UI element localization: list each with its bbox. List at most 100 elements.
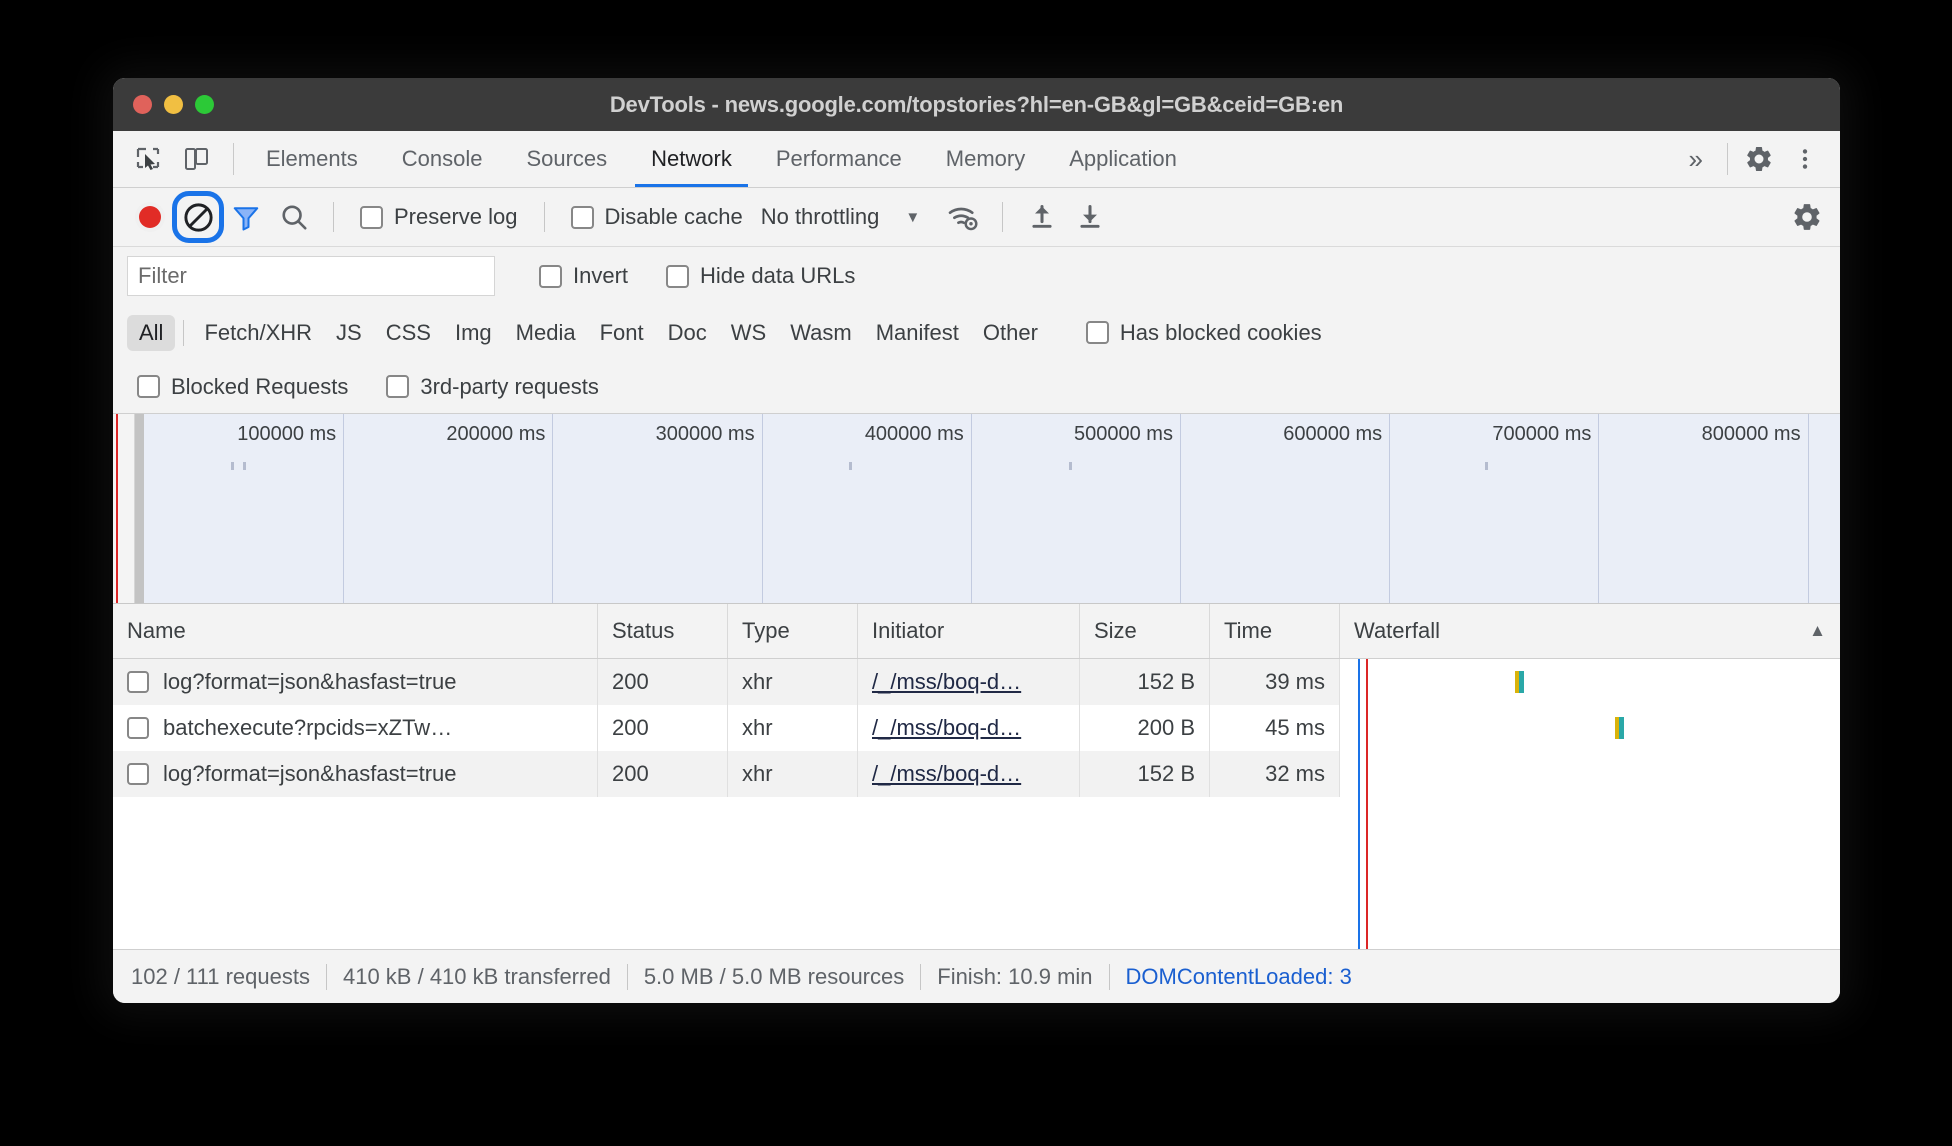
initiator-link[interactable]: /_/mss/boq-d… bbox=[872, 761, 1021, 787]
toolbar-divider-2 bbox=[543, 202, 545, 232]
filter-funnel-icon[interactable] bbox=[223, 194, 269, 240]
column-header-type[interactable]: Type bbox=[728, 604, 858, 658]
row-checkbox[interactable] bbox=[127, 671, 149, 693]
filter-input[interactable] bbox=[127, 256, 495, 296]
preserve-log-label: Preserve log bbox=[394, 204, 518, 229]
network-settings-gear-icon[interactable] bbox=[1784, 194, 1830, 240]
invert-checkbox[interactable]: Invert bbox=[539, 263, 628, 289]
network-overview-timeline[interactable]: 100000 ms 200000 ms 300000 ms 400000 ms 5000… bbox=[113, 414, 1840, 604]
import-har-icon[interactable] bbox=[1019, 194, 1065, 240]
type-filter-media[interactable]: Media bbox=[504, 315, 588, 351]
cell-initiator[interactable]: /_/mss/boq-d… bbox=[858, 659, 1080, 705]
disable-cache-checkbox[interactable]: Disable cache bbox=[570, 204, 743, 230]
overview-event-dot bbox=[243, 462, 246, 470]
more-tabs-button[interactable]: » bbox=[1675, 131, 1717, 187]
type-filter-css[interactable]: CSS bbox=[374, 315, 443, 351]
tab-network[interactable]: Network bbox=[629, 131, 754, 187]
gear-icon[interactable] bbox=[1738, 138, 1780, 180]
status-requests: 102 / 111 requests bbox=[131, 963, 310, 989]
table-row[interactable]: batchexecute?rpcids=xZTw… 200 xhr /_/mss/bo… bbox=[113, 705, 1840, 751]
table-header-row: Name Status Type Initiator Size Time Waterfall… bbox=[113, 604, 1840, 659]
overview-event-dot bbox=[1069, 462, 1072, 470]
sort-ascending-icon: ▲ bbox=[1809, 621, 1826, 640]
network-conditions-icon[interactable] bbox=[940, 194, 986, 240]
row-checkbox[interactable] bbox=[127, 763, 149, 785]
minimize-window-button[interactable] bbox=[164, 95, 183, 114]
disable-cache-label: Disable cache bbox=[604, 204, 743, 229]
type-filter-font[interactable]: Font bbox=[588, 315, 656, 351]
tab-label: Elements bbox=[266, 146, 358, 171]
cell-time: 39 ms bbox=[1210, 659, 1340, 705]
disable-cache-box[interactable] bbox=[570, 205, 594, 229]
type-filter-other[interactable]: Other bbox=[971, 315, 1050, 351]
tab-memory[interactable]: Memory bbox=[924, 131, 1047, 187]
type-filter-fetch-xhr[interactable]: Fetch/XHR bbox=[192, 315, 324, 351]
preserve-log-box[interactable] bbox=[360, 205, 383, 229]
type-filter-img[interactable]: Img bbox=[443, 315, 504, 351]
tab-sources[interactable]: Sources bbox=[504, 131, 629, 187]
maximize-window-button[interactable] bbox=[195, 95, 214, 114]
resource-type-filters: All Fetch/XHR JS CSS Img Media Font Doc WS Wasm Ma… bbox=[113, 305, 1840, 360]
column-header-label: Waterfall bbox=[1354, 618, 1440, 643]
table-row[interactable]: log?format=json&hasfast=true 200 xhr /_/mss… bbox=[113, 751, 1840, 797]
export-har-icon[interactable] bbox=[1067, 194, 1113, 240]
tab-application[interactable]: Application bbox=[1047, 131, 1199, 187]
table-row[interactable]: log?format=json&hasfast=true 200 xhr /_/mss… bbox=[113, 659, 1840, 705]
cell-name[interactable]: log?format=json&hasfast=true bbox=[113, 751, 598, 797]
search-icon[interactable] bbox=[271, 194, 317, 240]
third-party-requests-checkbox[interactable]: 3rd-party requests bbox=[386, 374, 599, 400]
overview-tick: 600000 ms bbox=[1181, 414, 1391, 603]
invert-box[interactable] bbox=[539, 264, 562, 288]
type-pill-group: All Fetch/XHR JS CSS Img Media Font Doc WS Wasm Ma… bbox=[127, 314, 1050, 351]
type-filter-doc[interactable]: Doc bbox=[656, 315, 719, 351]
waterfall-load-line bbox=[1358, 659, 1360, 949]
blocked-requests-checkbox[interactable]: Blocked Requests bbox=[137, 374, 348, 400]
type-filter-js[interactable]: JS bbox=[324, 315, 374, 351]
has-blocked-cookies-checkbox[interactable]: Has blocked cookies bbox=[1085, 319, 1322, 346]
column-header-waterfall[interactable]: Waterfall ▲ bbox=[1340, 604, 1840, 658]
cell-time-value: 45 ms bbox=[1265, 715, 1325, 740]
device-toolbar-icon[interactable] bbox=[175, 138, 217, 180]
type-filter-wasm[interactable]: Wasm bbox=[778, 315, 864, 351]
hide-data-urls-checkbox[interactable]: Hide data URLs bbox=[666, 263, 855, 289]
column-header-label: Size bbox=[1094, 618, 1137, 643]
initiator-link[interactable]: /_/mss/boq-d… bbox=[872, 669, 1021, 695]
tab-performance[interactable]: Performance bbox=[754, 131, 924, 187]
has-blocked-cookies-label: Has blocked cookies bbox=[1119, 319, 1322, 345]
hide-data-urls-box[interactable] bbox=[666, 264, 690, 288]
preserve-log-checkbox[interactable]: Preserve log bbox=[360, 204, 518, 230]
close-window-button[interactable] bbox=[133, 95, 152, 114]
window-traffic-lights bbox=[133, 95, 214, 114]
cell-time: 32 ms bbox=[1210, 751, 1340, 797]
cell-name[interactable]: log?format=json&hasfast=true bbox=[113, 659, 598, 705]
inspect-element-icon[interactable] bbox=[127, 138, 169, 180]
has-blocked-cookies-box[interactable] bbox=[1085, 321, 1109, 344]
initiator-link[interactable]: /_/mss/boq-d… bbox=[872, 715, 1021, 741]
clear-network-log-icon[interactable] bbox=[172, 191, 224, 243]
cell-status: 200 bbox=[598, 751, 728, 797]
type-filter-all[interactable]: All bbox=[127, 314, 176, 351]
row-checkbox[interactable] bbox=[127, 717, 149, 739]
type-filter-manifest[interactable]: Manifest bbox=[864, 315, 971, 351]
devtools-tool-icons bbox=[113, 131, 223, 187]
cell-initiator[interactable]: /_/mss/boq-d… bbox=[858, 705, 1080, 751]
column-header-initiator[interactable]: Initiator bbox=[858, 604, 1080, 658]
column-header-name[interactable]: Name bbox=[113, 604, 598, 658]
cell-time: 45 ms bbox=[1210, 705, 1340, 751]
overview-tick-label: 300000 ms bbox=[655, 423, 755, 445]
tab-elements[interactable]: Elements bbox=[244, 131, 380, 187]
column-header-time[interactable]: Time bbox=[1210, 604, 1340, 658]
column-header-status[interactable]: Status bbox=[598, 604, 728, 658]
kebab-menu-icon[interactable] bbox=[1784, 138, 1826, 180]
cell-initiator[interactable]: /_/mss/boq-d… bbox=[858, 751, 1080, 797]
tab-console[interactable]: Console bbox=[380, 131, 505, 187]
third-party-requests-box[interactable] bbox=[386, 375, 410, 398]
throttling-dropdown[interactable]: No throttling ▼ bbox=[761, 204, 920, 230]
blocked-requests-box[interactable] bbox=[137, 375, 160, 398]
record-icon[interactable] bbox=[127, 194, 173, 240]
overview-tick-label: 600000 ms bbox=[1283, 423, 1383, 445]
cell-type: xhr bbox=[728, 705, 858, 751]
cell-name[interactable]: batchexecute?rpcids=xZTw… bbox=[113, 705, 598, 751]
type-filter-ws[interactable]: WS bbox=[719, 315, 778, 351]
column-header-size[interactable]: Size bbox=[1080, 604, 1210, 658]
